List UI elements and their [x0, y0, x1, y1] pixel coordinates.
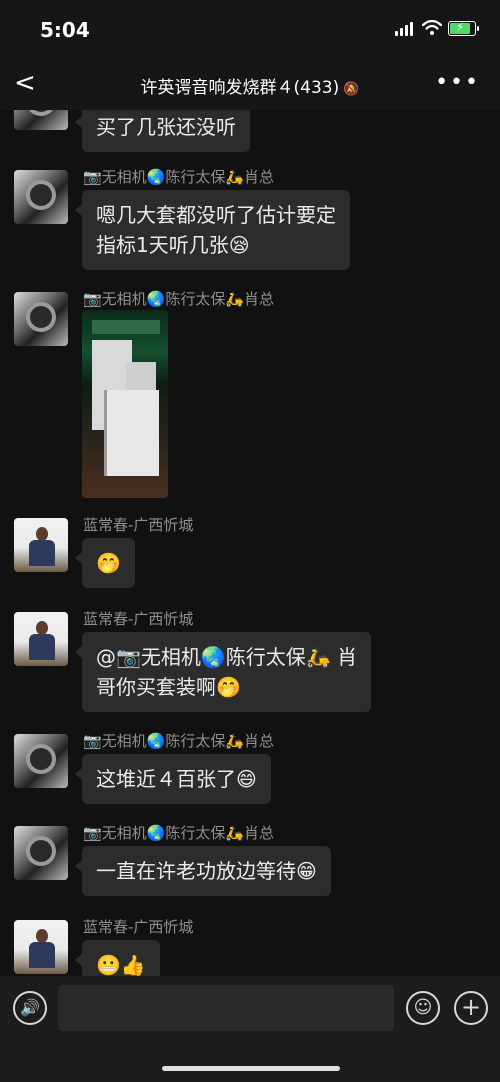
sender-name: 📷无相机🌏陈行太保🛵肖总: [83, 824, 275, 842]
message-input-bar: 🔊 ☺ +: [0, 976, 500, 1082]
smiley-icon: ☺: [413, 997, 433, 1018]
sender-name: 📷无相机🌏陈行太保🛵肖总: [83, 168, 275, 186]
voice-icon: 🔊: [20, 998, 40, 1017]
more-button[interactable]: •••: [435, 70, 480, 95]
chevron-left-icon: <: [14, 68, 36, 98]
message-bubble[interactable]: 😬👍: [75, 940, 160, 976]
avatar[interactable]: [14, 110, 68, 130]
group-name: 许英谔音响发烧群４(433): [140, 78, 340, 98]
sender-name: 蓝常春-广西忻城: [83, 610, 194, 628]
voice-input-button[interactable]: 🔊: [13, 991, 47, 1025]
message-bubble[interactable]: 嗯几大套都没听了估计要定 指标1天听几张😪: [75, 190, 350, 270]
avatar[interactable]: [14, 170, 68, 224]
message-bubble[interactable]: 一直在许老功放边等待😁: [75, 846, 331, 896]
chat-title: 许英谔音响发烧群４(433) 🔕: [60, 73, 440, 98]
avatar[interactable]: [14, 292, 68, 346]
sender-name: 蓝常春-广西忻城: [83, 918, 194, 936]
message-bubble[interactable]: @📷无相机🌏陈行太保🛵 肖 哥你买套装啊🤭: [74, 632, 372, 712]
avatar[interactable]: [14, 920, 68, 974]
status-bar: 5:04 ⚡: [0, 0, 500, 58]
chat-header: < 许英谔音响发烧群４(433) 🔕 •••: [0, 58, 500, 110]
message-text-field[interactable]: [58, 985, 394, 1031]
avatar[interactable]: [14, 518, 68, 572]
emoji-button[interactable]: ☺: [406, 991, 440, 1025]
sender-name: 📷无相机🌏陈行太保🛵肖总: [83, 732, 275, 750]
wifi-icon: [422, 20, 442, 35]
home-indicator[interactable]: [162, 1066, 340, 1071]
plus-icon: +: [460, 993, 482, 1021]
avatar[interactable]: [14, 734, 68, 788]
avatar[interactable]: [14, 612, 68, 666]
chat-message-list[interactable]: 买了几张还没听 📷无相机🌏陈行太保🛵肖总 嗯几大套都没听了估计要定 指标1天听几…: [0, 110, 500, 976]
sender-name: 蓝常春-广西忻城: [83, 516, 194, 534]
battery-charging-icon: ⚡: [448, 20, 479, 36]
mute-bell-icon: 🔕: [343, 82, 360, 97]
cellular-signal-icon: [395, 22, 415, 36]
avatar[interactable]: [14, 826, 68, 880]
more-dots-icon: •••: [435, 70, 480, 95]
back-button[interactable]: <: [14, 68, 44, 98]
status-time: 5:04: [40, 18, 90, 42]
message-bubble[interactable]: 买了几张还没听: [75, 110, 250, 152]
sender-name: 📷无相机🌏陈行太保🛵肖总: [83, 290, 275, 308]
message-bubble[interactable]: 🤭: [75, 538, 135, 588]
photo-message[interactable]: [82, 310, 168, 498]
message-bubble[interactable]: 这堆近４百张了😄: [75, 754, 271, 804]
more-actions-button[interactable]: +: [454, 991, 488, 1025]
